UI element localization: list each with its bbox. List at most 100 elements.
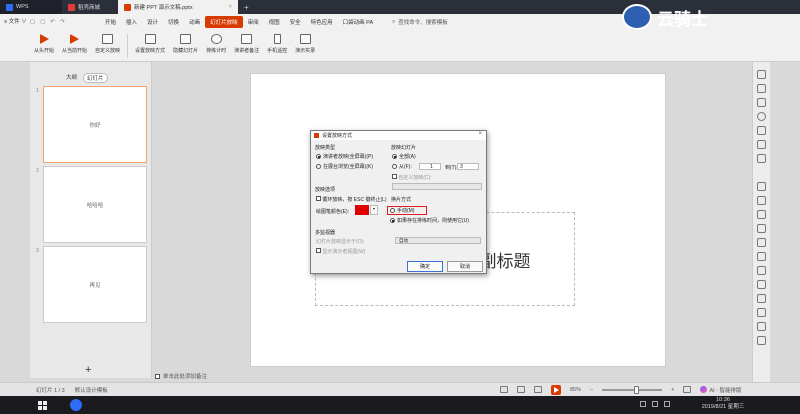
custom-show-option[interactable]: 自定义放映(C):	[392, 174, 432, 181]
radio-slide-range[interactable]: 从(F):	[392, 163, 412, 170]
menu-view[interactable]: 视图	[264, 18, 285, 26]
zoom-in-icon[interactable]: +	[671, 387, 674, 393]
ok-button[interactable]: 确定	[407, 261, 443, 272]
chart-icon[interactable]	[757, 154, 766, 163]
monitor-select[interactable]: 自动	[395, 237, 481, 244]
slide-thumbnail-1[interactable]: 你好	[43, 86, 147, 163]
properties-icon[interactable]	[757, 70, 766, 79]
menu-pocket-animation[interactable]: 口袋动画 PA	[338, 18, 378, 26]
menu-design[interactable]: 设计	[142, 18, 163, 26]
presenter-notes-button[interactable]: 演讲者备注	[230, 34, 263, 54]
command-search[interactable]: ⌕ 查找命令、搜索模板	[392, 18, 448, 27]
phone-remote-button[interactable]: 手机遥控	[263, 34, 291, 54]
sorter-view-icon[interactable]	[517, 386, 525, 393]
tab-docer-store[interactable]: 稻壳商城	[62, 0, 118, 14]
layout-icon[interactable]	[757, 266, 766, 275]
menu-transition[interactable]: 切换	[163, 18, 184, 26]
clip-icon[interactable]	[757, 182, 766, 191]
menu-insert[interactable]: 插入	[121, 18, 142, 26]
pen-color-swatch[interactable]	[355, 205, 369, 215]
slide-title-text: 副标题	[479, 251, 531, 271]
undo-icon[interactable]: ↶	[50, 19, 55, 25]
media-icon[interactable]	[757, 238, 766, 247]
text-icon[interactable]	[757, 224, 766, 233]
to-input[interactable]: 3	[457, 163, 479, 170]
animation-icon[interactable]	[757, 98, 766, 107]
zoom-level[interactable]: 85%	[570, 387, 581, 393]
tab-slides[interactable]: 幻灯片	[83, 73, 108, 83]
rehearse-timing-button[interactable]: 排练计时	[202, 34, 230, 54]
close-icon[interactable]: ×	[229, 4, 232, 10]
cancel-button[interactable]: 取消	[447, 261, 483, 272]
settings-icon[interactable]	[757, 308, 766, 317]
new-tab-button[interactable]: +	[244, 3, 249, 12]
zoom-slider-knob[interactable]	[634, 385, 640, 394]
menu-animation[interactable]: 动画	[184, 18, 205, 26]
smartart-icon[interactable]	[757, 210, 766, 219]
slide-thumbnail-3[interactable]: 再见	[43, 246, 147, 323]
radio-presenter[interactable]: 演讲者放映(全屏幕)(P)	[316, 153, 373, 160]
slide-number: 2	[36, 168, 39, 174]
record-show-button[interactable]: 演示实录	[291, 34, 319, 54]
clock-time: 10:36	[716, 397, 730, 403]
menu-home[interactable]: 开始	[100, 18, 121, 26]
radio-kiosk[interactable]: 在展台浏览(全屏幕)(K)	[316, 163, 373, 170]
custom-show-select[interactable]	[392, 183, 482, 190]
play-slideshow-button[interactable]	[551, 384, 561, 395]
presenter-view-option[interactable]: 显示演示者视图(W)	[316, 248, 365, 255]
transition-icon[interactable]	[757, 112, 766, 121]
button-label: 排练计时	[206, 48, 227, 54]
input-method-icon[interactable]	[664, 401, 670, 407]
style-icon[interactable]	[757, 126, 766, 135]
wps-taskbar-icon[interactable]	[70, 399, 82, 411]
dialog-close-button[interactable]: ×	[478, 131, 482, 137]
more-icon[interactable]	[757, 336, 766, 345]
radio-use-timings[interactable]: 如果存在排练时间，则使用它(U)	[390, 217, 469, 224]
save-icon[interactable]: ▢	[30, 19, 35, 25]
slide-position: 幻灯片 1 / 3	[36, 387, 65, 394]
slides-icon[interactable]	[757, 252, 766, 261]
fit-window-icon[interactable]	[683, 386, 692, 393]
button-label: 演讲者备注	[234, 48, 260, 54]
tab-outline[interactable]: 大纲	[66, 73, 77, 83]
shape-icon[interactable]	[757, 84, 766, 93]
help-icon[interactable]	[757, 322, 766, 331]
from-current-button[interactable]: 从当前开始	[58, 34, 91, 54]
file-menu[interactable]: ≡ 文件 ∨	[4, 17, 27, 25]
ai-layout-button[interactable]: AI · 智能排版	[700, 386, 742, 394]
from-beginning-button[interactable]: 从头开始	[30, 34, 58, 54]
custom-show-button[interactable]: 自定义放映	[91, 34, 124, 54]
clock-date: 2019/8/21 星期三	[701, 404, 745, 410]
radio-all-slides[interactable]: 全部(A)	[392, 153, 416, 160]
image-icon[interactable]	[757, 196, 766, 205]
network-icon[interactable]	[640, 401, 646, 407]
windows-start-icon[interactable]	[38, 401, 47, 410]
show-options-heading: 放映选项	[315, 187, 336, 193]
menu-slideshow[interactable]: 幻灯片放映	[205, 16, 243, 28]
menu-security[interactable]: 安全	[285, 18, 306, 26]
chevron-down-icon[interactable]: ▾	[370, 205, 378, 215]
menu-review[interactable]: 审阅	[243, 18, 264, 26]
hide-slide-button[interactable]: 隐藏幻灯片	[169, 34, 202, 54]
slide-thumbnail-2[interactable]: 哈哈哈	[43, 166, 147, 243]
volume-icon[interactable]	[652, 401, 658, 407]
share-icon[interactable]	[757, 294, 766, 303]
tab-document[interactable]: 新建 PPT 演示文稿.pptx ×	[118, 0, 238, 14]
print-icon[interactable]: ▢	[40, 19, 45, 25]
from-input[interactable]: 1	[419, 163, 441, 170]
normal-view-icon[interactable]	[500, 386, 508, 393]
setup-show-button[interactable]: 设置放映方式	[131, 34, 169, 54]
table-icon[interactable]	[757, 140, 766, 149]
checkbox-label: 自定义放映(C):	[398, 175, 432, 181]
add-slide-button[interactable]: +	[85, 364, 91, 376]
taskbar-clock[interactable]: 10:36 2019/8/21 星期三	[700, 397, 746, 411]
loop-option[interactable]: 循环放映，按 ESC 键终止(L)	[316, 196, 387, 203]
redo-icon[interactable]: ↷	[60, 19, 65, 25]
menu-features[interactable]: 特色应用	[306, 18, 338, 26]
notes-bar[interactable]: 单击此处添加备注	[153, 370, 751, 382]
reading-view-icon[interactable]	[534, 386, 542, 393]
tab-wps-home[interactable]: WPS	[0, 0, 62, 14]
zoom-out-icon[interactable]: −	[590, 387, 593, 393]
zoom-slider[interactable]	[602, 385, 663, 394]
check-icon[interactable]	[757, 280, 766, 289]
